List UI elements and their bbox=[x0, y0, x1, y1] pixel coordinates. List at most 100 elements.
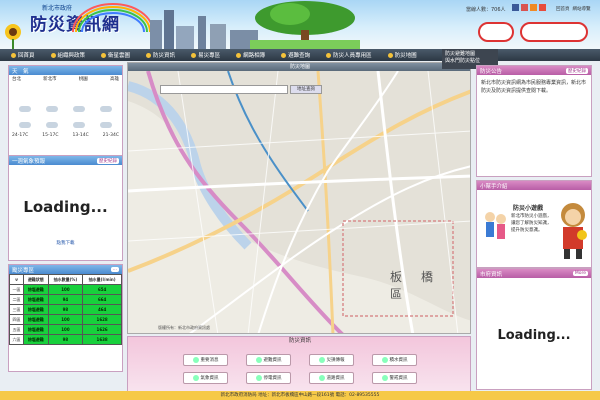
status-more-button[interactable]: ... bbox=[110, 267, 119, 272]
dropdown-option[interactable]: 與水門防災點位 bbox=[445, 58, 495, 65]
weather-panel: 天 氣 台北 新北市 桃園 高雄 24-17C 15-17C 13-14C 21-34C bbox=[8, 65, 123, 157]
alert-icon bbox=[381, 375, 388, 381]
share-icon[interactable] bbox=[539, 4, 546, 11]
cloud-icon bbox=[46, 106, 59, 112]
radiation-icon: ☢ bbox=[9, 274, 24, 285]
cloud-icon bbox=[99, 106, 112, 112]
rain-history-button[interactable]: 歷史紀錄 bbox=[97, 157, 119, 164]
nav-album[interactable]: 網路相簿 bbox=[229, 51, 272, 59]
emergency-badge[interactable] bbox=[478, 22, 514, 42]
nav-staff[interactable]: 防災人員專用區 bbox=[319, 51, 379, 59]
weather-icon bbox=[192, 375, 199, 381]
user-icon bbox=[326, 52, 332, 58]
disaster-info-title: 防災資訊 bbox=[288, 338, 311, 344]
warning-icon bbox=[191, 52, 197, 58]
table-row: 六區 除塩避難 98 1638 bbox=[9, 334, 122, 345]
city-info-panel: 市府資訊 More Loading... bbox=[476, 268, 592, 390]
nav-disaster-info[interactable]: 防災資訊 bbox=[139, 51, 182, 59]
map-search-button[interactable]: 地址查詢 bbox=[290, 85, 322, 94]
city-info-header: 市府資訊 More bbox=[477, 269, 591, 278]
cloud-icon bbox=[19, 106, 32, 112]
news-button[interactable]: 重要消息 bbox=[183, 354, 228, 366]
disaster-buttons-row-2: 氣象資訊 停電資訊 道路資訊 警戒資訊 bbox=[183, 372, 417, 384]
power-icon bbox=[255, 375, 262, 381]
rain-header: 一週氣象預報 歷史紀錄 bbox=[9, 156, 122, 165]
site-header: 新北市政府 防災資訊網 當線人數：706人 回首頁 網站導覽 bbox=[0, 0, 600, 49]
table-header: ☢ 避難狀態 抽水數量(%) 抽水量(l/min) bbox=[9, 274, 122, 285]
weather-info-button[interactable]: 氣象資訊 bbox=[183, 372, 228, 384]
mascot-name[interactable]: 防災小遊戲 bbox=[513, 203, 543, 212]
cloud-icon bbox=[72, 106, 85, 112]
city-info-more-button[interactable]: More bbox=[572, 271, 588, 276]
header-links: 回首頁 網站導覽 bbox=[556, 6, 591, 12]
road-info-button[interactable]: 道路資訊 bbox=[309, 372, 354, 384]
table-row: 四區 除塩避難 100 1628 bbox=[9, 314, 122, 325]
pump-table: ☢ 避難狀態 抽水數量(%) 抽水量(l/min) 一區 除塩避難 100 654 二… bbox=[9, 274, 122, 345]
alert-info-button[interactable]: 警戒資訊 bbox=[372, 372, 417, 384]
road-icon bbox=[318, 375, 325, 381]
power-outage-button[interactable]: 停電資訊 bbox=[246, 372, 291, 384]
evacuation-info-button[interactable]: 避難資訊 bbox=[246, 354, 291, 366]
org-icon bbox=[50, 52, 56, 58]
mascot-header: 小幫手介紹 bbox=[477, 181, 591, 190]
city-buildings-icon bbox=[150, 10, 258, 49]
rss-icon[interactable] bbox=[530, 4, 537, 11]
twitter-icon[interactable] bbox=[521, 4, 528, 11]
evacuation-icon bbox=[255, 357, 262, 363]
nav-risk-area[interactable]: 易災專區 bbox=[184, 51, 227, 59]
cloud-icon bbox=[72, 122, 85, 128]
notice-text: 新北市防災資訊網為市民服務專業資訊，新北市防災及防災資訊提供查閱下載。 bbox=[481, 80, 587, 94]
dropdown-option[interactable]: 防災避難地圖 bbox=[445, 51, 495, 58]
map-icon bbox=[387, 52, 393, 58]
damage-report-button[interactable]: 災損傳報 bbox=[309, 354, 354, 366]
weather-icons-2 bbox=[9, 121, 122, 129]
sitemap-link[interactable]: 網站導覽 bbox=[573, 6, 591, 12]
search-icon bbox=[281, 52, 287, 58]
weather-icons bbox=[9, 105, 122, 113]
satellite-icon bbox=[101, 52, 107, 58]
notice-history-button[interactable]: 歷史紀錄 bbox=[566, 67, 588, 74]
social-icons bbox=[512, 4, 546, 11]
cloud-icon bbox=[46, 122, 59, 128]
notice-header: 防災公告 歷史紀錄 bbox=[477, 66, 591, 75]
sunflower-icon bbox=[5, 24, 21, 49]
rain-loading: Loading... bbox=[23, 198, 108, 216]
city-info-loading: Loading... bbox=[497, 328, 571, 343]
nav-organization[interactable]: 組織與政策 bbox=[44, 51, 93, 59]
flood-icon bbox=[381, 357, 388, 363]
weather-cities: 台北 新北市 桃園 高雄 bbox=[12, 77, 119, 82]
rainbow-icon bbox=[72, 3, 154, 32]
hotline-badge[interactable] bbox=[520, 22, 588, 42]
disaster-buttons-row-1: 重要消息 避難資訊 災損傳報 積水資訊 bbox=[183, 354, 417, 366]
mascot-desc: 新北市防災小遊戲，讓您了解防災知識，提升防災意識。 bbox=[511, 214, 552, 233]
damage-icon bbox=[318, 357, 325, 363]
map-panel[interactable]: 防災地圖 地址查詢 板橋區 版權所有：新北市政府資訊處 bbox=[127, 62, 471, 334]
map-copyright: 版權所有：新北市政府資訊處 bbox=[158, 325, 210, 330]
facebook-icon[interactable] bbox=[512, 4, 519, 11]
children-icon bbox=[485, 212, 506, 239]
disaster-info-panel: 防災資訊 重要消息 避難資訊 災損傳報 積水資訊 氣象資訊 停電資訊 道路資訊 … bbox=[127, 336, 471, 392]
nav-evacuation[interactable]: 避難查詢 bbox=[274, 51, 317, 59]
notice-panel: 防災公告 歷史紀錄 新北市防災資訊網為市民服務專業資訊，新北市防災及防災資訊提供… bbox=[476, 65, 592, 177]
mascot-panel: 小幫手介紹 防災小遊戲 新北市防災小遊戲，讓您了解防災知識，提升防災意識。 bbox=[476, 180, 592, 268]
flood-info-button[interactable]: 積水資訊 bbox=[372, 354, 417, 366]
news-icon bbox=[192, 357, 199, 363]
nav-satellite[interactable]: 衛星雲圖 bbox=[94, 51, 137, 59]
rain-download-link[interactable]: 點我下載 bbox=[9, 240, 122, 246]
tree-icon bbox=[250, 1, 360, 49]
table-row: 二區 除塩避難 94 664 bbox=[9, 294, 122, 305]
home-link[interactable]: 回首頁 bbox=[556, 6, 570, 12]
map-district-label: 板橋區 bbox=[390, 270, 453, 301]
cloud-icon bbox=[99, 122, 112, 128]
map-search-input[interactable] bbox=[160, 85, 288, 94]
main-nav: 回首頁 組織與政策 衛星雲圖 防災資訊 易災專區 網路相簿 避難查詢 防災人員專… bbox=[0, 49, 600, 61]
site-footer: 新北市政府消防局 地址：新北市板橋區中山路一段161號 電話：02-895355… bbox=[0, 391, 600, 400]
weather-header: 天 氣 bbox=[9, 66, 122, 75]
info-icon bbox=[146, 52, 152, 58]
status-header: 颱災專區 ... bbox=[9, 265, 122, 274]
table-row: 一區 除塩避難 100 654 bbox=[9, 284, 122, 295]
nav-home[interactable]: 回首頁 bbox=[4, 51, 42, 59]
rain-panel: 一週氣象預報 歷史紀錄 Loading... 點我下載 bbox=[8, 155, 123, 261]
mascot-character-icon bbox=[561, 203, 587, 259]
nav-map[interactable]: 防災地圖 bbox=[381, 51, 424, 59]
